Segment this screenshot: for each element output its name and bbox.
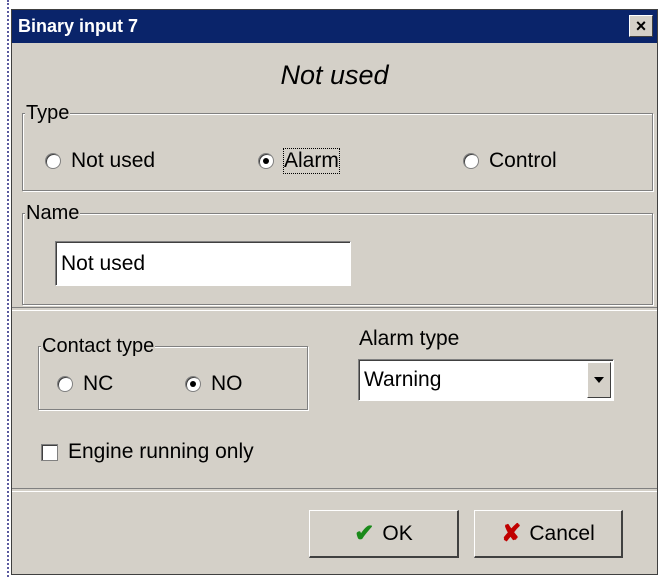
ok-label: OK bbox=[382, 521, 413, 545]
engine-running-only-checkbox[interactable]: Engine running only bbox=[41, 440, 254, 464]
panel-separator bbox=[12, 307, 657, 311]
radio-indicator bbox=[463, 153, 479, 169]
name-legend: Name bbox=[25, 202, 81, 224]
title-bar[interactable]: Binary input 7 × bbox=[12, 10, 657, 43]
radio-indicator bbox=[45, 153, 61, 169]
input-status-title: Not used bbox=[280, 60, 389, 90]
name-input[interactable]: Not used bbox=[55, 241, 351, 286]
radio-label: Alarm bbox=[283, 148, 340, 174]
type-radio-not-used[interactable]: Not used bbox=[45, 149, 155, 173]
panel-separator bbox=[12, 488, 657, 492]
alarm-type-select[interactable]: Warning bbox=[358, 359, 614, 401]
type-radio-control[interactable]: Control bbox=[463, 149, 557, 173]
radio-label: NO bbox=[211, 372, 243, 395]
checkbox-label: Engine running only bbox=[68, 440, 254, 463]
cancel-label: Cancel bbox=[529, 521, 595, 545]
alarm-type-value: Warning bbox=[364, 368, 442, 391]
radio-label: NC bbox=[83, 372, 114, 395]
alarm-type-label: Alarm type bbox=[359, 327, 460, 350]
checkbox-box bbox=[41, 443, 58, 461]
ok-button[interactable]: ✔ OK bbox=[309, 510, 459, 558]
contact-type-groupbox: Contact type NC NO bbox=[38, 335, 308, 410]
binary-input-dialog: Binary input 7 × Not used Type Not used … bbox=[11, 9, 658, 575]
name-groupbox: Name Not used bbox=[22, 202, 653, 305]
type-legend: Type bbox=[25, 102, 71, 124]
radio-label: Not used bbox=[71, 149, 156, 172]
cancel-button[interactable]: ✘ Cancel bbox=[474, 510, 623, 558]
contact-radio-no[interactable]: NO bbox=[185, 372, 243, 396]
close-button[interactable]: × bbox=[629, 15, 653, 37]
radio-indicator bbox=[185, 376, 201, 392]
window-title: Binary input 7 bbox=[18, 16, 139, 36]
type-radio-alarm[interactable]: Alarm bbox=[258, 148, 340, 174]
close-icon: × bbox=[635, 16, 647, 36]
contact-radio-nc[interactable]: NC bbox=[57, 372, 113, 396]
type-groupbox: Type Not used Alarm Control bbox=[22, 102, 653, 191]
radio-indicator bbox=[258, 153, 274, 169]
contact-type-legend: Contact type bbox=[41, 335, 156, 357]
radio-indicator bbox=[57, 376, 73, 392]
background-window-edge bbox=[0, 0, 9, 577]
radio-label: Control bbox=[489, 149, 557, 172]
x-icon: ✘ bbox=[501, 520, 522, 547]
chevron-down-icon[interactable] bbox=[587, 362, 611, 398]
check-icon: ✔ bbox=[354, 520, 375, 547]
